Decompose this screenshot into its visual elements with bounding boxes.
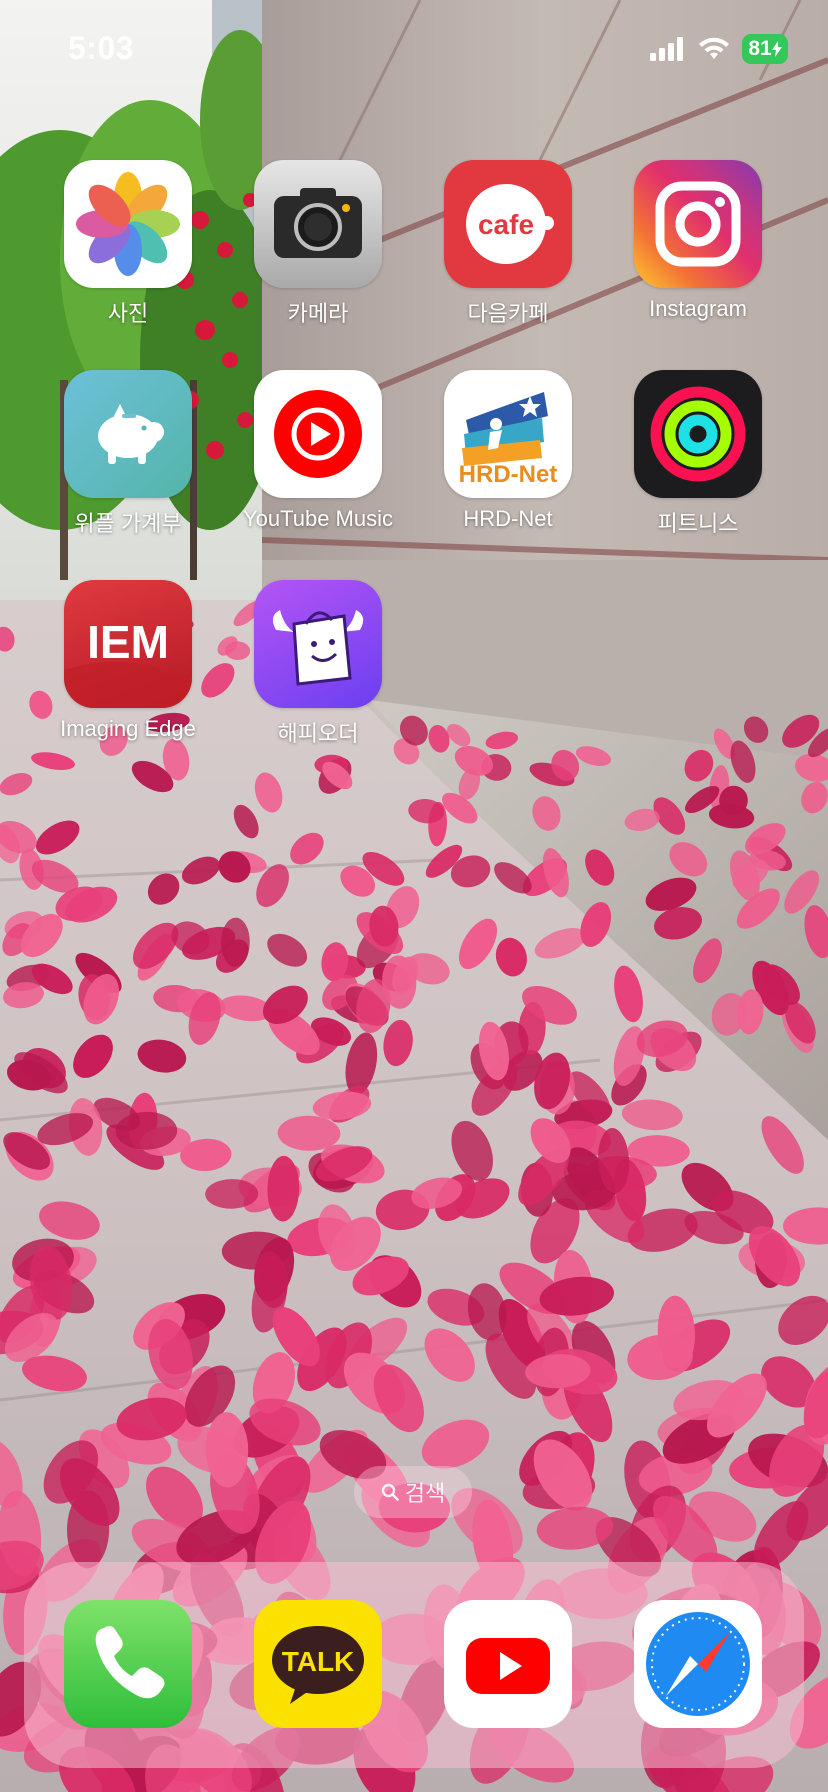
dock-phone[interactable]	[64, 1600, 192, 1728]
app-label: 해피오더	[277, 721, 359, 746]
dock-safari[interactable]	[634, 1600, 762, 1728]
search-icon	[381, 1483, 399, 1501]
camera-icon	[254, 160, 382, 288]
youtube-icon	[466, 1638, 550, 1694]
kakaotalk-icon: TALK	[272, 1626, 364, 1704]
status-time: 5:03	[68, 30, 135, 66]
home-screen: 5:03 81 사진 카메라 cafe 다음카페 Instagram 위플 가계…	[0, 0, 828, 1792]
app-label: 피트니스	[657, 511, 739, 536]
imaging-edge-icon: IEM	[64, 580, 192, 708]
piggy-bank-icon	[64, 370, 192, 498]
hrd-net-icon: HRD-Net	[444, 370, 572, 498]
daum-cafe-icon: cafe	[444, 160, 572, 288]
photos-icon	[64, 160, 192, 288]
spotlight-search-button[interactable]: 검색	[354, 1466, 472, 1518]
app-happy-order[interactable]: 해피오더	[233, 580, 403, 748]
app-label: 사진	[107, 301, 149, 326]
phone-icon	[95, 1626, 165, 1699]
talk-text: TALK	[282, 1646, 355, 1677]
hrd-net-text: HRD-Net	[459, 461, 558, 488]
app-youtube-music[interactable]: YouTube Music	[233, 370, 403, 532]
app-daum-cafe[interactable]: cafe 다음카페	[423, 160, 593, 328]
app-label: 다음카페	[467, 301, 549, 326]
app-label: 카메라	[287, 301, 349, 326]
app-label: Imaging Edge	[60, 716, 196, 741]
status-icons: 81	[650, 34, 788, 64]
app-hrd-net[interactable]: HRD-Net HRD-Net	[423, 370, 593, 532]
app-label: HRD-Net	[463, 506, 553, 531]
app-imaging-edge[interactable]: IEM Imaging Edge	[43, 580, 213, 742]
app-wipl-budget[interactable]: 위플 가계부	[43, 370, 213, 538]
app-instagram[interactable]: Instagram	[613, 160, 783, 322]
fitness-rings-icon	[634, 370, 762, 498]
happy-order-icon	[254, 580, 382, 708]
safari-compass-icon	[646, 1612, 750, 1716]
charging-battery-icon: 81	[742, 34, 788, 64]
search-label: 검색	[404, 1481, 446, 1506]
app-photos[interactable]: 사진	[43, 160, 213, 328]
wifi-icon	[699, 37, 729, 59]
app-label: Instagram	[649, 296, 747, 321]
iem-text: IEM	[87, 616, 169, 668]
instagram-icon	[634, 160, 762, 288]
bolt-icon	[771, 41, 782, 57]
youtube-music-icon	[254, 370, 382, 498]
app-label: 위플 가계부	[74, 511, 182, 536]
battery-level: 81	[748, 37, 772, 60]
dock-kakaotalk[interactable]: TALK	[254, 1600, 382, 1728]
dock-youtube[interactable]	[444, 1600, 572, 1728]
signal-icon	[650, 37, 683, 61]
app-label: YouTube Music	[242, 506, 393, 531]
status-bar: 5:03 81	[0, 0, 828, 100]
app-camera[interactable]: 카메라	[233, 160, 403, 328]
cafe-text: cafe	[478, 209, 534, 240]
app-fitness[interactable]: 피트니스	[613, 370, 783, 538]
